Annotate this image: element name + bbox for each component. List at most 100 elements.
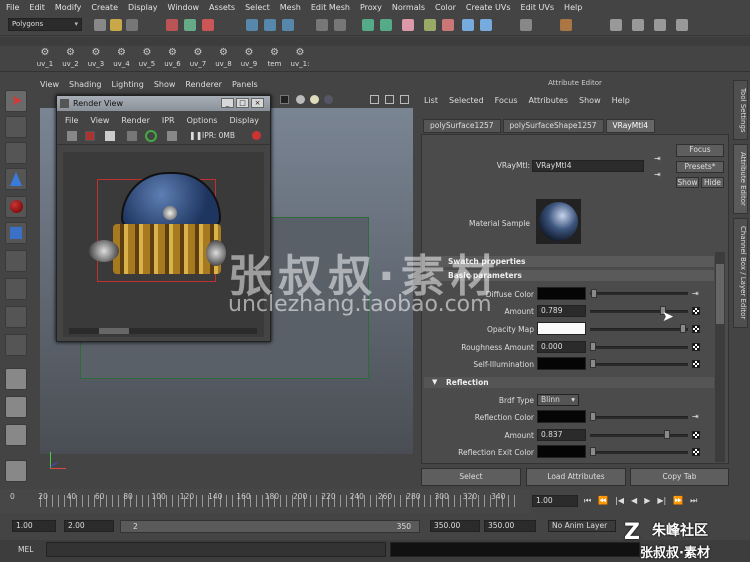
new-scene-icon[interactable] (94, 19, 106, 31)
history-icon[interactable] (316, 19, 328, 31)
camera-icon[interactable] (424, 19, 436, 31)
render-frame-icon[interactable] (362, 19, 374, 31)
opacity-map-knob[interactable] (680, 324, 686, 333)
attribute-editor-menu-item[interactable]: List (424, 96, 438, 105)
menu-item[interactable]: Help (564, 3, 582, 12)
shelf-button[interactable]: ⚙ uv_5 (136, 47, 158, 68)
blank-tool-slot[interactable] (5, 334, 27, 356)
last-tool-icon[interactable] (5, 306, 27, 328)
snapshot-icon[interactable] (105, 131, 115, 141)
reflection-amount-slider[interactable] (590, 434, 688, 437)
attribute-editor-select-button[interactable]: Select (421, 468, 521, 486)
node-tab[interactable]: VRayMtl4 (605, 119, 656, 133)
menu-item[interactable]: Create UVs (466, 3, 511, 12)
shelf-button[interactable]: ⚙ uv_6 (162, 47, 184, 68)
render-view-menu-item[interactable]: Display (229, 116, 259, 127)
shelf-button[interactable]: ⚙ uv_9 (238, 47, 260, 68)
attribute-editor-menu-item[interactable]: Selected (449, 96, 484, 105)
diffuse-color-knob[interactable] (591, 289, 597, 298)
mode-dropdown[interactable]: Polygons ▾ (8, 18, 82, 31)
menu-item[interactable]: Edit UVs (521, 3, 555, 12)
outliner-layout-icon[interactable] (5, 424, 27, 446)
select-object-icon[interactable] (184, 19, 196, 31)
shelf-button[interactable]: ⚙ uv_3 (85, 47, 107, 68)
side-tab-channel-box[interactable]: Channel Box / Layer Editor (733, 218, 748, 328)
outliner-icon[interactable] (480, 19, 492, 31)
minimize-button[interactable]: _ (221, 98, 234, 108)
step-forward-icon[interactable]: ⏩ (673, 496, 683, 508)
show-tool-settings-icon[interactable] (610, 19, 622, 31)
reflection-exit-map-icon[interactable] (692, 448, 700, 456)
soft-mod-icon[interactable] (5, 278, 27, 300)
material-swatch[interactable] (536, 199, 581, 244)
close-button[interactable]: × (251, 98, 264, 108)
shelf-button[interactable]: ⚙ uv_1: (289, 47, 311, 68)
menu-item[interactable]: Modify (55, 3, 82, 12)
four-view-layout-icon[interactable] (5, 396, 27, 418)
single-view-layout-icon[interactable] (5, 368, 27, 390)
snap-curve-icon[interactable] (264, 19, 276, 31)
refresh-ipr-icon[interactable] (145, 130, 157, 142)
isolate-icon[interactable] (370, 95, 379, 104)
attribute-editor-menu-item[interactable]: Help (612, 96, 630, 105)
pause-ipr-icon[interactable]: ❚❚ (189, 131, 202, 140)
step-back-icon[interactable]: ⏪ (598, 496, 608, 508)
roughness-map-icon[interactable] (692, 343, 700, 351)
show-attribute-editor-icon[interactable] (632, 19, 644, 31)
amount-map-icon[interactable] (692, 307, 700, 315)
menu-item[interactable]: Assets (209, 3, 235, 12)
play-back-icon[interactable]: ◀ (631, 496, 637, 508)
command-input[interactable] (46, 542, 386, 557)
vraymtl-name-field[interactable]: VRayMtl4 (532, 160, 644, 172)
playback-end-field[interactable]: 350.00 (430, 520, 480, 532)
open-scene-icon[interactable] (110, 19, 122, 31)
goto-start-icon[interactable]: ⏮ (584, 496, 591, 508)
shelf-button[interactable]: ⚙ tem (264, 47, 286, 68)
move-tool-icon[interactable] (5, 168, 27, 190)
render-view-titlebar[interactable]: Render View _ □ × (57, 96, 270, 111)
menu-item[interactable]: Window (168, 3, 200, 12)
reflection-color-knob[interactable] (590, 412, 596, 421)
construction-history-icon[interactable] (334, 19, 346, 31)
side-tab-tool-settings[interactable]: Tool Settings (733, 80, 748, 140)
rotate-tool-icon[interactable] (5, 196, 27, 218)
roughness-slider[interactable] (590, 346, 688, 349)
reflection-map-icon[interactable]: ⇥ (692, 412, 699, 421)
save-scene-icon[interactable] (126, 19, 138, 31)
prev-key-icon[interactable]: |◀ (615, 496, 624, 508)
render-hscrollbar[interactable] (69, 328, 257, 334)
hide-button[interactable]: Hide (701, 177, 724, 188)
shelf-button[interactable]: ⚙ uv_7 (187, 47, 209, 68)
next-key-icon[interactable]: ▶| (657, 496, 666, 508)
texture-sphere-icon[interactable] (324, 95, 333, 104)
self-illumination-swatch[interactable] (537, 357, 586, 370)
ipr-render-icon[interactable] (380, 19, 392, 31)
show-channel-box-icon[interactable] (654, 19, 666, 31)
self-illumination-slider[interactable] (590, 363, 688, 366)
maximize-button[interactable]: □ (236, 98, 249, 108)
presets-button[interactable]: Presets* (676, 161, 724, 173)
menu-item[interactable]: Normals (392, 3, 425, 12)
lit-sphere-icon[interactable] (310, 95, 319, 104)
menu-item[interactable]: Display (128, 3, 158, 12)
diffuse-color-slider[interactable] (590, 292, 688, 295)
self-illumination-knob[interactable] (590, 359, 596, 368)
display-rgb-icon[interactable] (167, 131, 177, 141)
viewport-menu-item[interactable]: Shading (69, 80, 102, 92)
range-slider[interactable]: 2 350 (120, 520, 420, 533)
menu-item[interactable]: Create (91, 3, 118, 12)
layout-icon[interactable] (676, 19, 688, 31)
menu-item[interactable]: Edit Mesh (311, 3, 350, 12)
playback-start-field[interactable]: 2.00 (64, 520, 114, 532)
snap-point-icon[interactable] (282, 19, 294, 31)
render-view-menu-item[interactable]: View (90, 116, 109, 127)
render-canvas[interactable] (63, 152, 264, 337)
play-forward-icon[interactable]: ▶ (644, 496, 650, 508)
select-component-icon[interactable] (202, 19, 214, 31)
reflection-exit-color-knob[interactable] (590, 447, 596, 456)
reflection-amount-field[interactable]: 0.837 (537, 429, 586, 441)
reflection-amount-knob[interactable] (664, 430, 670, 439)
shaded-sphere-icon[interactable] (296, 95, 305, 104)
reflection-exit-color-swatch[interactable] (537, 445, 586, 458)
self-illumination-map-icon[interactable] (692, 360, 700, 368)
